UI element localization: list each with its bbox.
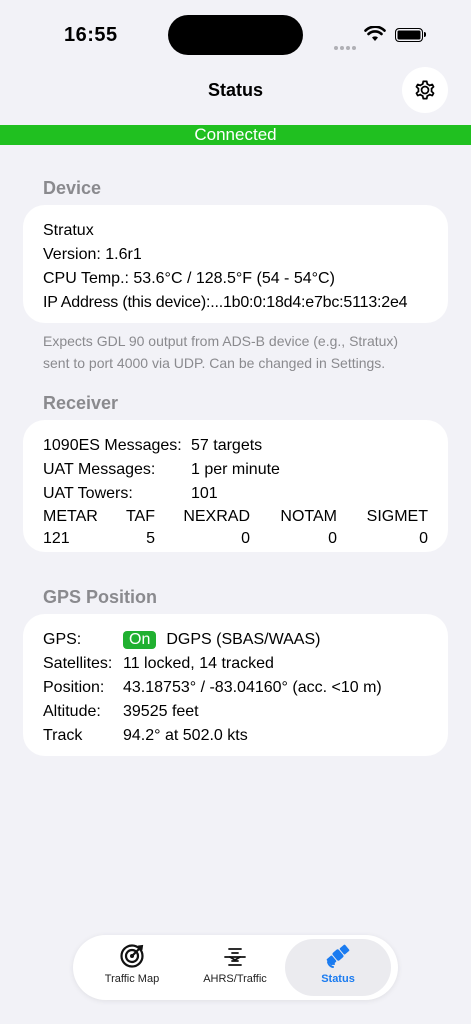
device-section-title: Device xyxy=(43,178,102,198)
weather-header-sigmet: SIGMET xyxy=(366,508,428,525)
gps-row: Satellites: 11 locked, 14 tracked xyxy=(43,652,428,676)
gps-row: GPS: On DGPS (SBAS/WAAS) xyxy=(43,628,428,652)
cellular-signal-icon xyxy=(334,37,358,55)
receiver-row-label: UAT Messages: xyxy=(43,461,156,478)
gps-card: GPS: On DGPS (SBAS/WAAS) Satellites: 11 l… xyxy=(23,614,448,756)
settings-button[interactable] xyxy=(402,67,448,113)
receiver-row-label: 1090ES Messages: xyxy=(43,437,182,454)
satellite-icon xyxy=(326,944,350,968)
battery-tip xyxy=(424,32,426,37)
page-title: Status xyxy=(207,80,263,100)
footnote-line-1: Expects GDL 90 output from ADS-B device … xyxy=(43,333,399,349)
receiver-section-title: Receiver xyxy=(43,393,119,413)
connection-status-banner: Connected xyxy=(0,125,471,145)
device-footnote: Expects GDL 90 output from ADS-B device … xyxy=(43,330,443,374)
device-cpu-temp: CPU Temp.: 53.6°C / 128.5°F (54 - 54°C) xyxy=(43,270,335,287)
satellites-value: 11 locked, 14 tracked xyxy=(123,655,274,672)
position-value: 43.18753° / -83.04160° (acc. <10 m) xyxy=(123,679,382,696)
device-version: Version: 1.6r1 xyxy=(43,246,142,263)
dynamic-island xyxy=(168,15,303,55)
status-bar: 16:55 xyxy=(0,0,471,70)
tab-ahrs-traffic[interactable]: AHRS/Traffic xyxy=(182,939,288,996)
position-label: Position: xyxy=(43,679,105,696)
gps-on-badge: On xyxy=(123,631,157,649)
weather-header-notam: NOTAM xyxy=(280,508,337,525)
radar-target-icon xyxy=(120,944,144,968)
battery-icon xyxy=(395,28,423,42)
receiver-row: UAT Towers: 101 xyxy=(43,482,428,506)
gps-value: On DGPS (SBAS/WAAS) xyxy=(123,628,320,652)
receiver-row-value: 101 xyxy=(191,485,218,502)
tab-status[interactable]: Status xyxy=(285,939,391,996)
weather-header-metar: METAR xyxy=(43,508,98,525)
receiver-card: 1090ES Messages: 57 targets UAT Messages… xyxy=(23,420,448,552)
gps-row: Position: 43.18753° / -83.04160° (acc. <… xyxy=(43,676,428,700)
track-label: Track xyxy=(43,727,83,744)
tab-traffic-map[interactable]: Traffic Map xyxy=(79,939,185,996)
receiver-row-value: 1 per minute xyxy=(191,461,280,478)
device-name: Stratux xyxy=(43,222,94,239)
weather-table-row: 121 5 0 0 0 xyxy=(43,528,428,550)
receiver-row: 1090ES Messages: 57 targets xyxy=(43,434,428,458)
attitude-indicator-icon xyxy=(224,948,246,966)
wifi-icon xyxy=(364,26,386,41)
tab-label: AHRS/Traffic xyxy=(203,973,267,985)
gear-icon xyxy=(415,80,435,100)
footnote-line-2: sent to port 4000 via UDP. Can be change… xyxy=(43,355,386,371)
receiver-row-label: UAT Towers: xyxy=(43,485,133,502)
receiver-row: UAT Messages: 1 per minute xyxy=(43,458,428,482)
altitude-label: Altitude: xyxy=(43,703,101,720)
weather-table-header: METAR TAF NEXRAD NOTAM SIGMET xyxy=(43,506,428,528)
receiver-row-value: 57 targets xyxy=(191,437,263,454)
gps-label: GPS: xyxy=(43,631,82,648)
tab-label: Status xyxy=(321,973,355,985)
altitude-value: 39525 feet xyxy=(123,703,199,720)
weather-header-taf: TAF xyxy=(125,508,155,525)
gps-row: Altitude: 39525 feet xyxy=(43,700,428,724)
gps-mode: DGPS (SBAS/WAAS) xyxy=(166,631,321,648)
tab-bar: Traffic Map AHRS/Traffic Status xyxy=(73,935,398,1000)
tab-label: Traffic Map xyxy=(104,973,160,985)
gps-section-title: GPS Position xyxy=(43,587,158,607)
gps-row: Track 94.2° at 502.0 kts xyxy=(43,724,428,748)
device-card: Stratux Version: 1.6r1 CPU Temp.: 53.6°C… xyxy=(23,205,448,323)
weather-value-notam: 0 xyxy=(328,530,337,547)
weather-value-taf: 5 xyxy=(146,530,155,547)
device-ip-address: IP Address (this device):...1b0:0:18d4:e… xyxy=(43,294,408,311)
weather-value-sigmet: 0 xyxy=(419,530,428,547)
weather-value-nexrad: 0 xyxy=(241,530,250,547)
status-time: 16:55 xyxy=(64,24,118,46)
weather-header-nexrad: NEXRAD xyxy=(183,508,250,525)
track-value: 94.2° at 502.0 kts xyxy=(123,727,248,744)
satellites-label: Satellites: xyxy=(43,655,113,672)
weather-value-metar: 121 xyxy=(43,530,70,547)
